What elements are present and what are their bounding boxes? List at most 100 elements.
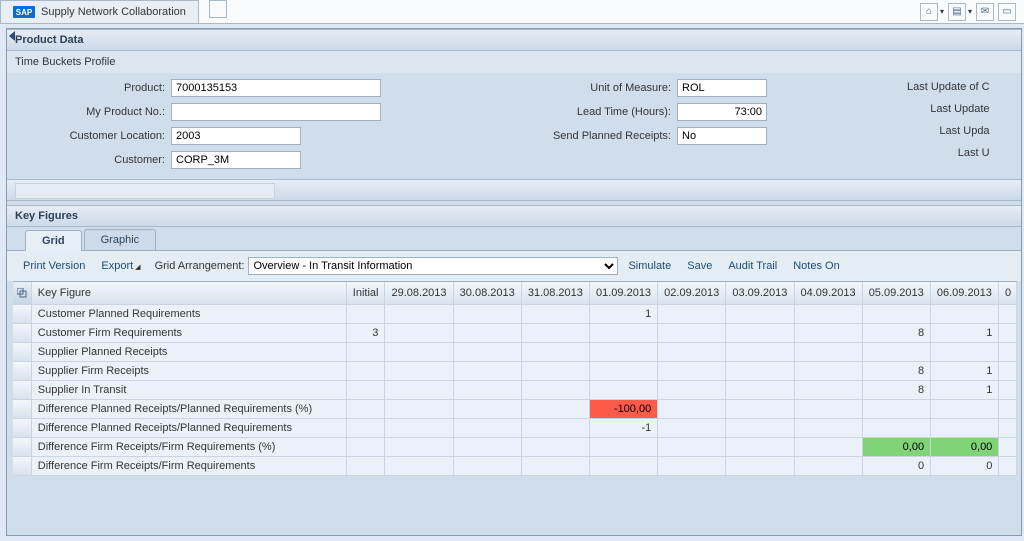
cell-value[interactable] — [658, 362, 726, 380]
cell-value[interactable] — [931, 343, 999, 361]
cell-value[interactable] — [454, 419, 522, 437]
cell-value[interactable] — [999, 343, 1017, 361]
row-selector[interactable] — [13, 400, 32, 418]
cell-initial[interactable] — [347, 419, 385, 437]
tab-graphic[interactable]: Graphic — [84, 229, 157, 250]
cell-value[interactable] — [931, 400, 999, 418]
cell-value[interactable]: 1 — [590, 305, 658, 323]
cell-value[interactable] — [863, 400, 931, 418]
notes-on-button[interactable]: Notes On — [787, 258, 845, 274]
cell-value[interactable] — [726, 438, 794, 456]
cell-value[interactable] — [522, 457, 590, 475]
cell-value[interactable] — [522, 419, 590, 437]
save-button[interactable]: Save — [681, 258, 718, 274]
cell-value[interactable] — [658, 343, 726, 361]
input-product[interactable] — [171, 79, 381, 97]
cell-value[interactable] — [522, 400, 590, 418]
cell-value[interactable]: 8 — [863, 381, 931, 399]
cell-value[interactable] — [522, 381, 590, 399]
cell-value[interactable] — [726, 381, 794, 399]
cell-value[interactable] — [385, 362, 453, 380]
cell-value[interactable] — [454, 362, 522, 380]
cell-initial[interactable] — [347, 438, 385, 456]
cell-value[interactable] — [522, 343, 590, 361]
row-selector[interactable] — [13, 343, 32, 361]
col-date[interactable]: 04.09.2013 — [795, 282, 863, 304]
cell-initial[interactable]: 3 — [347, 324, 385, 342]
cell-value[interactable] — [658, 419, 726, 437]
cell-value[interactable] — [795, 457, 863, 475]
cell-value[interactable] — [658, 400, 726, 418]
col-date[interactable]: 05.09.2013 — [863, 282, 931, 304]
cell-value[interactable] — [658, 324, 726, 342]
cell-value[interactable] — [658, 438, 726, 456]
cell-value[interactable] — [726, 305, 794, 323]
cell-value[interactable] — [522, 305, 590, 323]
cell-value[interactable] — [385, 457, 453, 475]
cell-value[interactable]: -1 — [590, 419, 658, 437]
col-date[interactable]: 29.08.2013 — [385, 282, 453, 304]
cell-value[interactable] — [931, 419, 999, 437]
cell-value[interactable] — [795, 381, 863, 399]
cell-value[interactable] — [999, 362, 1017, 380]
cell-value[interactable] — [795, 362, 863, 380]
cell-initial[interactable] — [347, 362, 385, 380]
cell-value[interactable] — [454, 381, 522, 399]
select-all-icon[interactable] — [13, 282, 32, 304]
cell-value[interactable]: -100,00 — [590, 400, 658, 418]
cell-value[interactable] — [863, 419, 931, 437]
row-selector[interactable] — [13, 362, 32, 380]
col-date[interactable]: 31.08.2013 — [522, 282, 590, 304]
cell-value[interactable] — [454, 438, 522, 456]
cell-value[interactable]: 0 — [931, 457, 999, 475]
cell-value[interactable] — [726, 419, 794, 437]
cell-value[interactable]: 8 — [863, 324, 931, 342]
cell-value[interactable] — [454, 343, 522, 361]
cell-value[interactable] — [590, 438, 658, 456]
col-date[interactable]: 0 — [999, 282, 1017, 304]
cell-value[interactable] — [385, 419, 453, 437]
row-selector[interactable] — [13, 305, 32, 323]
row-selector[interactable] — [13, 381, 32, 399]
cell-value[interactable] — [999, 305, 1017, 323]
input-uom[interactable] — [677, 79, 767, 97]
grid-arrangement-select[interactable]: Overview - In Transit Information — [248, 257, 618, 275]
cell-value[interactable] — [454, 457, 522, 475]
cell-value[interactable] — [385, 305, 453, 323]
cell-value[interactable] — [454, 305, 522, 323]
cell-value[interactable] — [726, 362, 794, 380]
cell-value[interactable] — [590, 381, 658, 399]
cell-value[interactable] — [522, 324, 590, 342]
col-date[interactable]: 06.09.2013 — [931, 282, 999, 304]
cell-value[interactable]: 1 — [931, 381, 999, 399]
row-selector[interactable] — [13, 457, 32, 475]
cell-initial[interactable] — [347, 381, 385, 399]
cell-value[interactable] — [385, 381, 453, 399]
new-tab-button[interactable] — [209, 0, 227, 18]
audit-trail-button[interactable]: Audit Trail — [722, 258, 783, 274]
cell-value[interactable] — [522, 362, 590, 380]
export-button[interactable]: Export — [95, 258, 146, 274]
cell-value[interactable] — [931, 305, 999, 323]
cell-value[interactable] — [658, 381, 726, 399]
cell-value[interactable] — [863, 305, 931, 323]
print-version-button[interactable]: Print Version — [17, 258, 91, 274]
cell-value[interactable] — [385, 343, 453, 361]
collapse-arrow-icon[interactable] — [9, 31, 15, 41]
cell-value[interactable] — [999, 438, 1017, 456]
cell-initial[interactable] — [347, 400, 385, 418]
cell-value[interactable] — [795, 419, 863, 437]
cell-value[interactable] — [999, 419, 1017, 437]
input-lead-time[interactable] — [677, 103, 767, 121]
input-customer-location[interactable] — [171, 127, 301, 145]
cell-value[interactable] — [658, 305, 726, 323]
col-key-figure[interactable]: Key Figure — [32, 282, 347, 304]
cell-value[interactable] — [999, 457, 1017, 475]
cell-value[interactable] — [590, 324, 658, 342]
home-icon[interactable]: ⌂ — [920, 3, 938, 21]
cell-value[interactable] — [795, 343, 863, 361]
cell-value[interactable] — [795, 324, 863, 342]
cell-value[interactable] — [522, 438, 590, 456]
cell-value[interactable]: 0 — [863, 457, 931, 475]
cell-value[interactable] — [454, 400, 522, 418]
